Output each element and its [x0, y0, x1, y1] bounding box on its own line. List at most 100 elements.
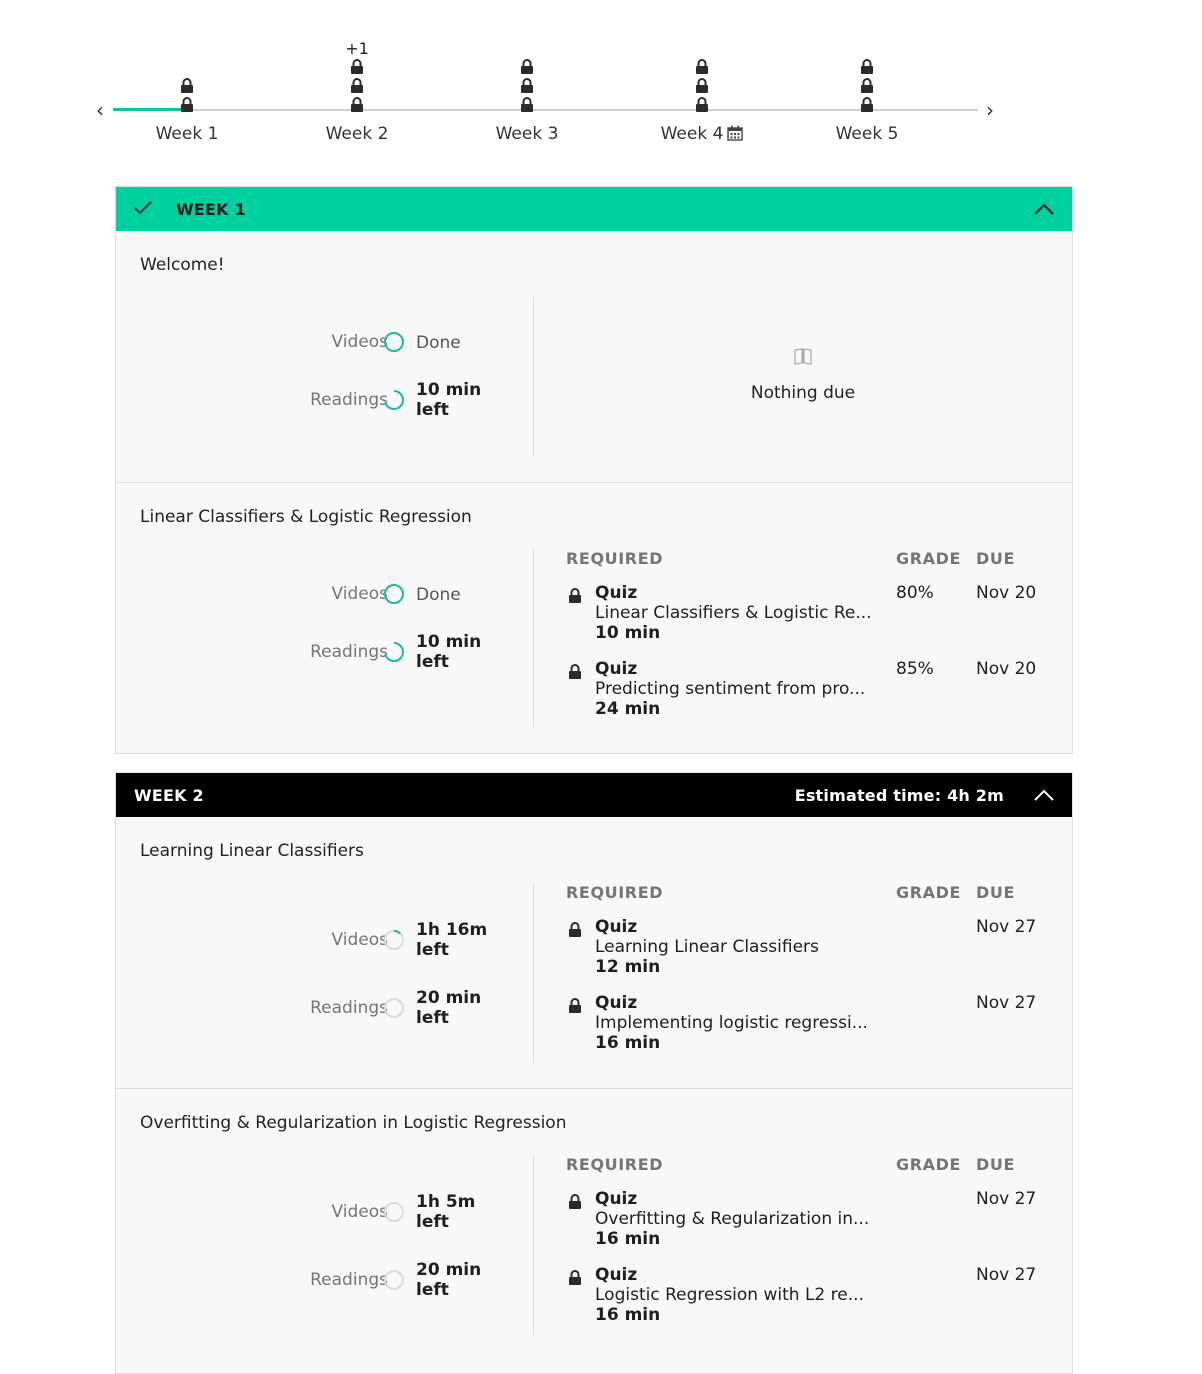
required-header: REQUIRED [566, 1155, 664, 1174]
lock-icon [569, 922, 581, 937]
progress-empty-icon [384, 1270, 404, 1290]
assignment-item[interactable]: Quiz Implementing logistic regressi... 1… [566, 993, 1066, 1059]
lock-icon [569, 998, 581, 1013]
item-grade: 80% [896, 583, 934, 603]
assignment-item[interactable]: Quiz Learning Linear Classifiers 12 min … [566, 917, 1066, 983]
item-due: Nov 20 [976, 659, 1037, 679]
timeline-week-1[interactable]: Week 1 [117, 0, 257, 175]
timeline-week-label[interactable]: Week 1 [117, 124, 257, 144]
item-type: Quiz [595, 993, 638, 1013]
timeline-week-label[interactable]: Week 4 [632, 124, 772, 146]
item-name[interactable]: Predicting sentiment from pro... [595, 679, 865, 699]
progress-videos[interactable]: Videos Done [116, 319, 533, 369]
assignment-item[interactable]: Quiz Predicting sentiment from pro... 24… [566, 659, 1066, 725]
item-name[interactable]: Implementing logistic regressi... [595, 1013, 868, 1033]
progress-videos[interactable]: Videos 1h 16m left [116, 917, 533, 967]
column-divider [533, 883, 534, 1063]
progress-videos[interactable]: Videos 1h 5m left [116, 1189, 533, 1239]
lock-icon [351, 59, 363, 74]
progress-readings[interactable]: Readings 20 min left [116, 1257, 533, 1307]
module-overfitting-regularization: Overfitting & Regularization in Logistic… [116, 1089, 1072, 1372]
progress-label: Readings [310, 998, 388, 1018]
lock-icon [696, 97, 708, 112]
timeline-week-label[interactable]: Week 5 [797, 124, 937, 144]
nothing-due-text: Nothing due [750, 383, 856, 403]
timeline-week-locks [632, 59, 772, 112]
module-learning-linear-classifiers: Learning Linear Classifiers Videos 1h 16… [116, 817, 1072, 1089]
timeline-week-3[interactable]: Week 3 [457, 0, 597, 175]
nothing-due-panel: Nothing due [534, 347, 1072, 403]
timeline-week-5[interactable]: Week 5 [797, 0, 937, 175]
progress-done-icon [384, 332, 404, 352]
module-title[interactable]: Overfitting & Regularization in Logistic… [140, 1113, 567, 1133]
check-icon [134, 200, 152, 219]
week-2-card: WEEK 2 Estimated time: 4h 2m Learning Li… [115, 772, 1073, 1374]
lock-icon [861, 78, 873, 93]
column-divider [533, 549, 534, 727]
item-type: Quiz [595, 659, 638, 679]
required-header: REQUIRED [566, 883, 664, 902]
progress-readings[interactable]: Readings 10 min left [116, 629, 533, 679]
timeline-week-label[interactable]: Week 3 [457, 124, 597, 144]
progress-done-icon [384, 584, 404, 604]
lock-icon [861, 97, 873, 112]
item-type: Quiz [595, 583, 638, 603]
timeline-week-label[interactable]: Week 2 [287, 124, 427, 144]
item-name[interactable]: Linear Classifiers & Logistic Re... [595, 603, 872, 623]
progress-status: 10 min left [416, 632, 482, 672]
timeline-week-locks [797, 59, 937, 112]
item-duration: 16 min [595, 1229, 661, 1249]
lock-icon [861, 59, 873, 74]
module-linear-classifiers: Linear Classifiers & Logistic Regression… [116, 483, 1072, 752]
progress-label: Readings [310, 1270, 388, 1290]
assignment-item[interactable]: Quiz Logistic Regression with L2 re... 1… [566, 1265, 1066, 1331]
progress-label: Videos [331, 584, 389, 604]
lock-icon [521, 59, 533, 74]
assignment-item[interactable]: Quiz Linear Classifiers & Logistic Re...… [566, 583, 1066, 649]
timeline-week-4[interactable]: Week 4 [632, 0, 772, 175]
calendar-icon [727, 125, 744, 146]
module-title[interactable]: Linear Classifiers & Logistic Regression [140, 507, 472, 527]
timeline-next-arrow-icon[interactable]: › [986, 98, 994, 122]
item-name[interactable]: Logistic Regression with L2 re... [595, 1285, 864, 1305]
grade-header: GRADE [896, 883, 962, 902]
progress-readings[interactable]: Readings 20 min left [116, 985, 533, 1035]
timeline-prev-arrow-icon[interactable]: ‹ [96, 98, 104, 122]
lock-icon [351, 78, 363, 93]
item-duration: 12 min [595, 957, 661, 977]
lock-icon [696, 78, 708, 93]
item-duration: 16 min [595, 1305, 661, 1325]
timeline-week-locks [117, 78, 257, 112]
module-title[interactable]: Learning Linear Classifiers [140, 841, 364, 861]
progress-videos[interactable]: Videos Done [116, 571, 533, 621]
timeline-week-locks [287, 59, 427, 112]
module-title[interactable]: Welcome! [140, 255, 225, 275]
lock-icon [181, 97, 193, 112]
item-grade: 85% [896, 659, 934, 679]
progress-label: Videos [331, 930, 389, 950]
assignment-item[interactable]: Quiz Overfitting & Regularization in... … [566, 1189, 1066, 1255]
column-divider [533, 1155, 534, 1335]
chevron-up-icon[interactable] [1034, 200, 1054, 219]
progress-label: Videos [331, 332, 389, 352]
book-icon [534, 347, 1072, 369]
chevron-up-icon[interactable] [1034, 786, 1054, 805]
progress-status: Done [416, 333, 461, 353]
item-type: Quiz [595, 1189, 638, 1209]
week-2-header[interactable]: WEEK 2 Estimated time: 4h 2m [116, 773, 1072, 817]
progress-partial-icon [384, 390, 404, 410]
progress-started-icon [384, 930, 404, 950]
progress-readings[interactable]: Readings 10 min left [116, 377, 533, 427]
item-name[interactable]: Learning Linear Classifiers [595, 937, 819, 957]
timeline-week-2[interactable]: +1 Week 2 [287, 0, 427, 175]
progress-status: Done [416, 585, 461, 605]
week-1-header[interactable]: WEEK 1 [116, 187, 1072, 231]
progress-status: 20 min left [416, 1260, 482, 1300]
progress-empty-icon [384, 998, 404, 1018]
grade-header: GRADE [896, 549, 962, 568]
item-due: Nov 27 [976, 1189, 1037, 1209]
progress-partial-icon [384, 642, 404, 662]
item-due: Nov 27 [976, 917, 1037, 937]
week-1-card: WEEK 1 Welcome! Videos Done Readings 10 … [115, 186, 1073, 754]
item-name[interactable]: Overfitting & Regularization in... [595, 1209, 869, 1229]
